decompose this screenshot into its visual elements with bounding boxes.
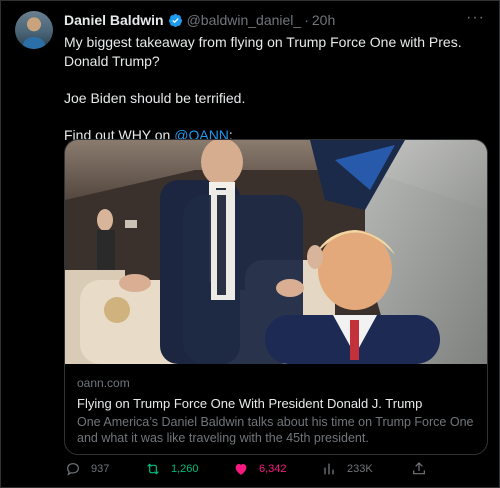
author-name[interactable]: Daniel Baldwin (64, 12, 164, 28)
retweet-icon (147, 463, 159, 475)
tweet-container[interactable]: Daniel Baldwin @baldwin_daniel_ · 20h ··… (0, 0, 500, 488)
tweet-text-line: My biggest takeaway from flying on Trump… (64, 34, 462, 69)
tweet-header: Daniel Baldwin @baldwin_daniel_ · 20h (64, 12, 335, 28)
link-card[interactable]: oann.com Flying on Trump Force One With … (64, 139, 488, 455)
share-button[interactable] (411, 461, 427, 477)
views-icon (324, 463, 334, 475)
separator-dot: · (304, 12, 309, 28)
retweet-button[interactable]: 1,260 (145, 461, 199, 477)
views-count: 233K (347, 463, 373, 475)
reply-count: 937 (91, 463, 110, 475)
action-bar: 937 1,260 6,342 233K (65, 461, 485, 481)
verified-badge-icon (168, 13, 182, 27)
card-photo (65, 140, 487, 364)
retweet-count: 1,260 (171, 463, 199, 475)
timestamp[interactable]: 20h (312, 12, 335, 28)
card-meta: oann.com Flying on Trump Force One With … (77, 376, 481, 446)
tweet-text: My biggest takeaway from flying on Trump… (64, 33, 484, 145)
views-button[interactable]: 233K (321, 461, 373, 477)
like-button[interactable]: 6,342 (233, 461, 287, 477)
tweet-text-line: Joe Biden should be terrified. (64, 90, 246, 106)
more-options-icon[interactable]: ··· (466, 9, 485, 27)
reply-button[interactable]: 937 (65, 461, 109, 477)
like-count: 6,342 (259, 463, 287, 475)
card-domain: oann.com (77, 376, 130, 390)
reply-icon (67, 463, 79, 476)
share-icon (413, 462, 425, 475)
author-handle[interactable]: @baldwin_daniel_ (187, 12, 302, 28)
avatar[interactable] (15, 11, 53, 49)
card-title[interactable]: Flying on Trump Force One With President… (77, 396, 481, 411)
card-description: One America’s Daniel Baldwin talks about… (77, 415, 474, 445)
card-image[interactable] (65, 140, 487, 364)
heart-icon (235, 464, 247, 475)
